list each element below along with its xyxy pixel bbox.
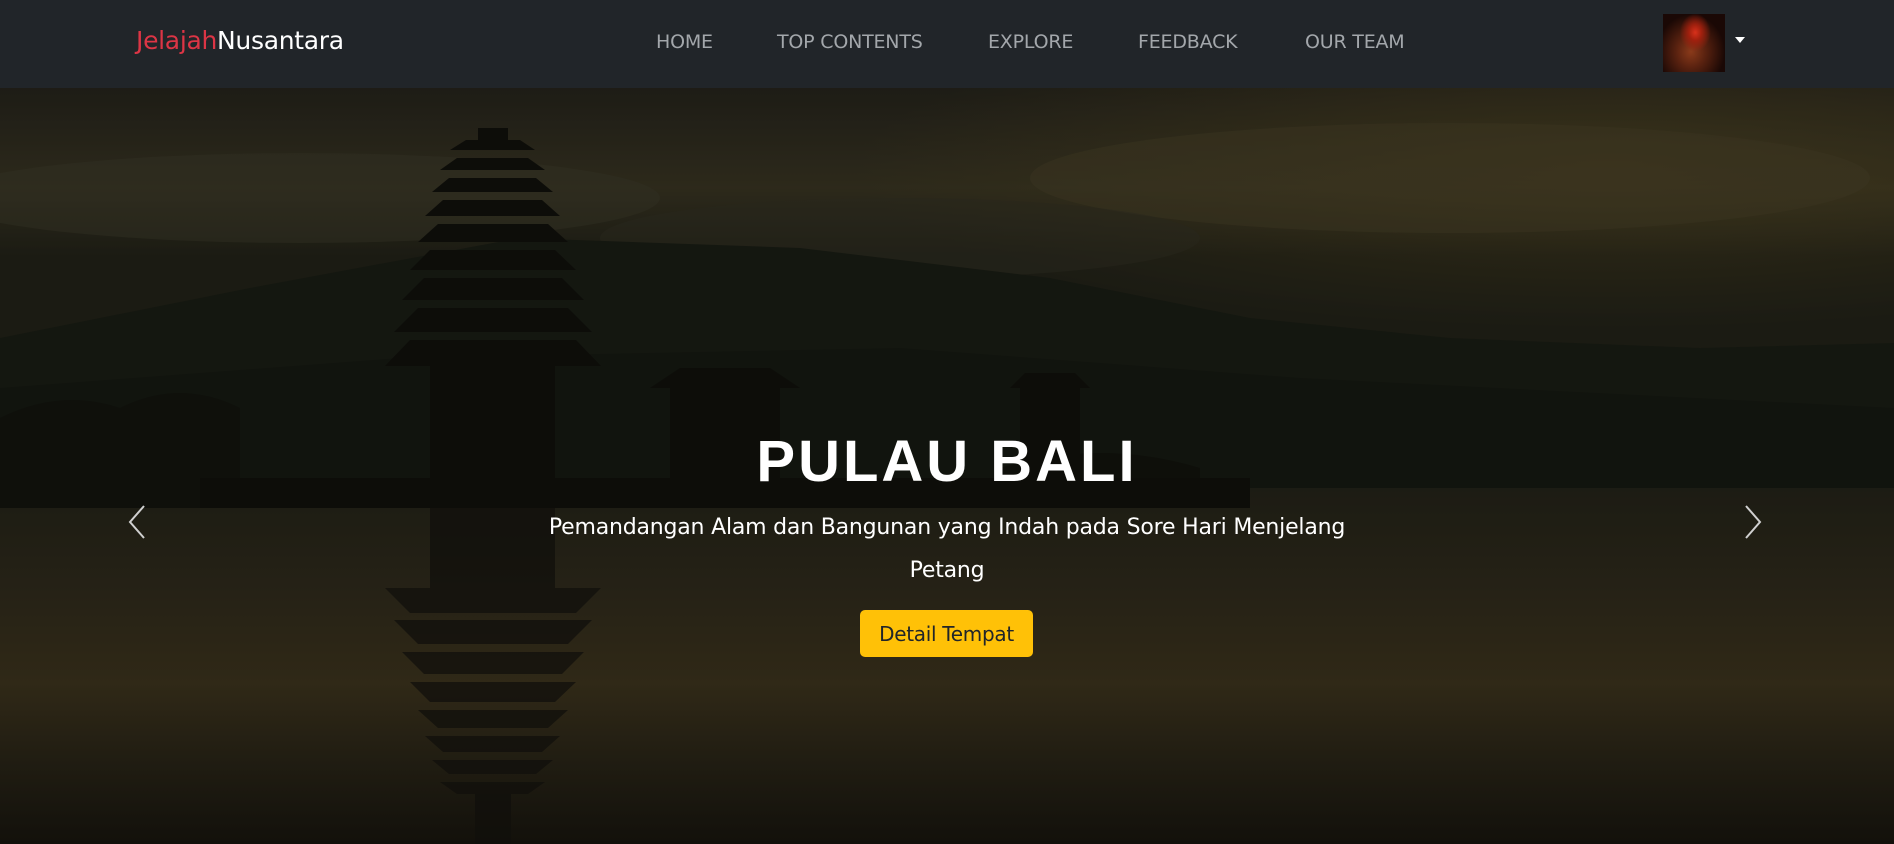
chevron-right-icon [1745,505,1762,539]
avatar [1663,14,1725,72]
nav-explore[interactable]: EXPLORE [988,31,1073,53]
nav-our-team[interactable]: OUR TEAM [1305,31,1405,53]
profile-dropdown[interactable] [1663,14,1727,72]
detail-tempat-button[interactable]: Detail Tempat [860,610,1033,657]
hero-subtitle: Pemandangan Alam dan Bangunan yang Indah… [548,515,1346,583]
nav-home[interactable]: HOME [656,31,713,53]
brand-logo[interactable]: JelajahNusantara [136,26,344,55]
carousel-next-button[interactable] [1734,498,1774,546]
navbar: JelajahNusantara HOME TOP CONTENTS EXPLO… [0,0,1894,88]
carousel-prev-button[interactable] [120,498,160,546]
brand-part-jelajah: Jelajah [136,26,218,55]
caret-down-icon[interactable] [1735,37,1745,43]
carousel-caption: PULAU BALI Pemandangan Alam dan Bangunan… [0,88,1894,844]
brand-part-nusantara: Nusantara [217,26,344,55]
chevron-left-icon [128,505,145,539]
nav-top-contents[interactable]: TOP CONTENTS [777,31,923,53]
hero-title: PULAU BALI [756,429,1138,494]
nav-feedback[interactable]: FEEDBACK [1138,31,1238,53]
hero-carousel: PULAU BALI Pemandangan Alam dan Bangunan… [0,88,1894,844]
